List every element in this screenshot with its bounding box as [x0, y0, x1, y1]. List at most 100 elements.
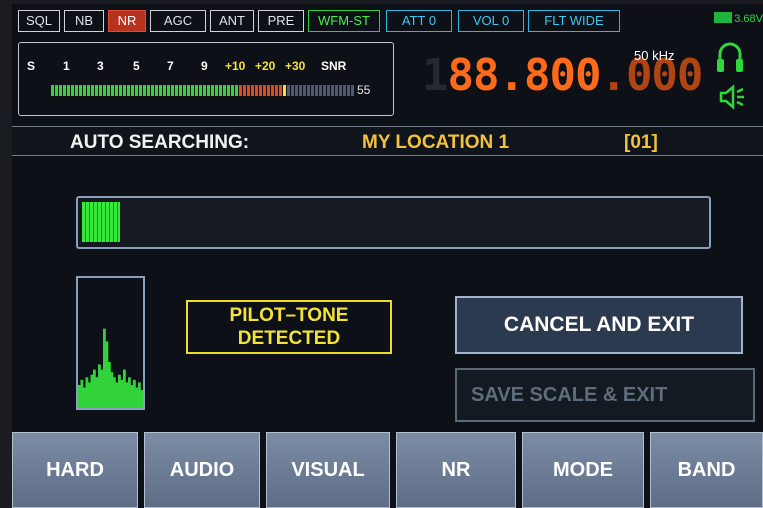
status-button-ant[interactable]: ANT — [210, 10, 254, 32]
meter-bar-segment — [67, 85, 70, 96]
meter-bar-segment — [311, 85, 314, 96]
meter-scale-label: 1 — [63, 59, 70, 73]
status-button-att-0[interactable]: ATT 0 — [386, 10, 452, 32]
spectrum-bin — [108, 361, 111, 408]
status-button-agc[interactable]: AGC — [150, 10, 206, 32]
meter-bar-segment — [315, 85, 318, 96]
spectrum-bin — [103, 328, 106, 408]
spectrum-bin — [100, 369, 104, 408]
tab-nr[interactable]: NR — [396, 432, 516, 508]
meter-bar-segment — [183, 85, 186, 96]
meter-bar-segment — [83, 85, 86, 96]
meter-bar-segment — [63, 85, 66, 96]
spectrum-bin — [93, 369, 96, 408]
snr-value: 55 — [357, 83, 371, 97]
spectrum-bin — [135, 387, 139, 408]
tab-mode[interactable]: MODE — [522, 432, 644, 508]
meter-bar-segment — [219, 85, 222, 96]
status-button-vol-0[interactable]: VOL 0 — [458, 10, 524, 32]
meter-bar-segment — [55, 85, 58, 96]
meter-bar-segment — [95, 85, 98, 96]
meter-bar-segment — [271, 85, 274, 96]
bottom-tab-bar: HARD AUDIO VISUAL NR MODE BAND — [12, 432, 763, 508]
status-button-sql[interactable]: SQL — [18, 10, 60, 32]
meter-scale-label: 7 — [167, 59, 174, 73]
location-index: [01] — [624, 132, 658, 153]
meter-bar-segment — [171, 85, 174, 96]
tuning-step[interactable]: 50 kHz — [634, 48, 674, 63]
meter-scale-label: +20 — [255, 59, 276, 73]
meter-scale-label: +10 — [225, 59, 246, 73]
search-progress-fill — [82, 202, 120, 242]
meter-bar-segment — [111, 85, 114, 96]
cancel-and-exit-button[interactable]: CANCEL AND EXIT — [455, 296, 743, 354]
meter-bar-segment — [283, 85, 286, 96]
meter-bar-segment — [135, 85, 138, 96]
frequency-ghost-digit: 1 — [422, 50, 448, 101]
pilot-tone-line-2: DETECTED — [237, 328, 341, 349]
status-button-wfm-st[interactable]: WFM-ST — [308, 10, 380, 32]
status-button-nb[interactable]: NB — [64, 10, 104, 32]
meter-bar-segment — [107, 85, 110, 96]
meter-bar-segment — [263, 85, 266, 96]
meter-bar-segment — [115, 85, 118, 96]
meter-bar-segment — [163, 85, 166, 96]
auto-search-label: AUTO SEARCHING: — [70, 132, 250, 153]
meter-scale-label: 5 — [133, 59, 140, 73]
frequency-main: 88.800 — [447, 50, 602, 101]
meter-bar-segment — [267, 85, 270, 96]
meter-bar-segment — [343, 85, 346, 96]
meter-bar-segment — [331, 85, 334, 96]
meter-bar-segment — [239, 85, 242, 96]
status-button-flt-wide[interactable]: FLT WIDE — [528, 10, 620, 32]
search-progress-bar — [76, 196, 711, 249]
spectrum-bin — [85, 377, 89, 408]
meter-bar-segment — [243, 85, 246, 96]
status-button-nr[interactable]: NR — [108, 10, 146, 32]
meter-bar-segment — [227, 85, 230, 96]
meter-bar-segment — [131, 85, 134, 96]
meter-bar-segment — [127, 85, 130, 96]
tab-hard[interactable]: HARD — [12, 432, 138, 508]
meter-bar-segment — [279, 85, 282, 96]
meter-bar-segment — [295, 85, 298, 96]
tab-visual[interactable]: VISUAL — [266, 432, 390, 508]
meter-scale-label: +30 — [285, 59, 306, 73]
meter-bar-segment — [307, 85, 310, 96]
speaker-icon[interactable] — [718, 84, 746, 110]
meter-bar-segment — [319, 85, 322, 96]
meter-bar-segment — [327, 85, 330, 96]
status-button-pre[interactable]: PRE — [258, 10, 304, 32]
spectrum-bin — [128, 377, 131, 408]
spectrum-bin — [105, 341, 109, 408]
spectrum-bin — [78, 384, 81, 408]
meter-bar-segment — [351, 85, 354, 96]
tab-audio[interactable]: AUDIO — [144, 432, 260, 508]
auto-search-status: AUTO SEARCHING: MY LOCATION 1 [01] — [12, 126, 763, 156]
spectrum-bin — [140, 390, 143, 408]
spectrum-bin — [123, 369, 126, 408]
spectrum-bin — [80, 379, 84, 408]
tab-band[interactable]: BAND — [650, 432, 763, 508]
meter-bar-segment — [91, 85, 94, 96]
spectrum-bin — [95, 377, 99, 408]
save-scale-and-exit-button[interactable]: SAVE SCALE & EXIT — [455, 368, 755, 422]
spectrum-bin — [120, 379, 124, 408]
meter-scale-label: SNR — [321, 59, 347, 73]
meter-bar-segment — [275, 85, 278, 96]
headphones-icon[interactable] — [716, 40, 744, 76]
meter-bar-segment — [207, 85, 210, 96]
meter-bar-segment — [339, 85, 342, 96]
meter-bar-segment — [187, 85, 190, 96]
spectrum-bin — [133, 379, 136, 408]
battery-icon — [714, 12, 733, 23]
meter-bar-segment — [175, 85, 178, 96]
meter-bar-segment — [291, 85, 294, 96]
meter-scale-label: S — [27, 59, 36, 73]
meter-bar-segment — [299, 85, 302, 96]
meter-bar-segment — [147, 85, 150, 96]
location-name: MY LOCATION 1 — [362, 132, 510, 153]
pilot-tone-indicator: PILOT–TONE DETECTED — [186, 300, 392, 354]
meter-bar-segment — [103, 85, 106, 96]
spectrum-bin — [88, 382, 91, 408]
